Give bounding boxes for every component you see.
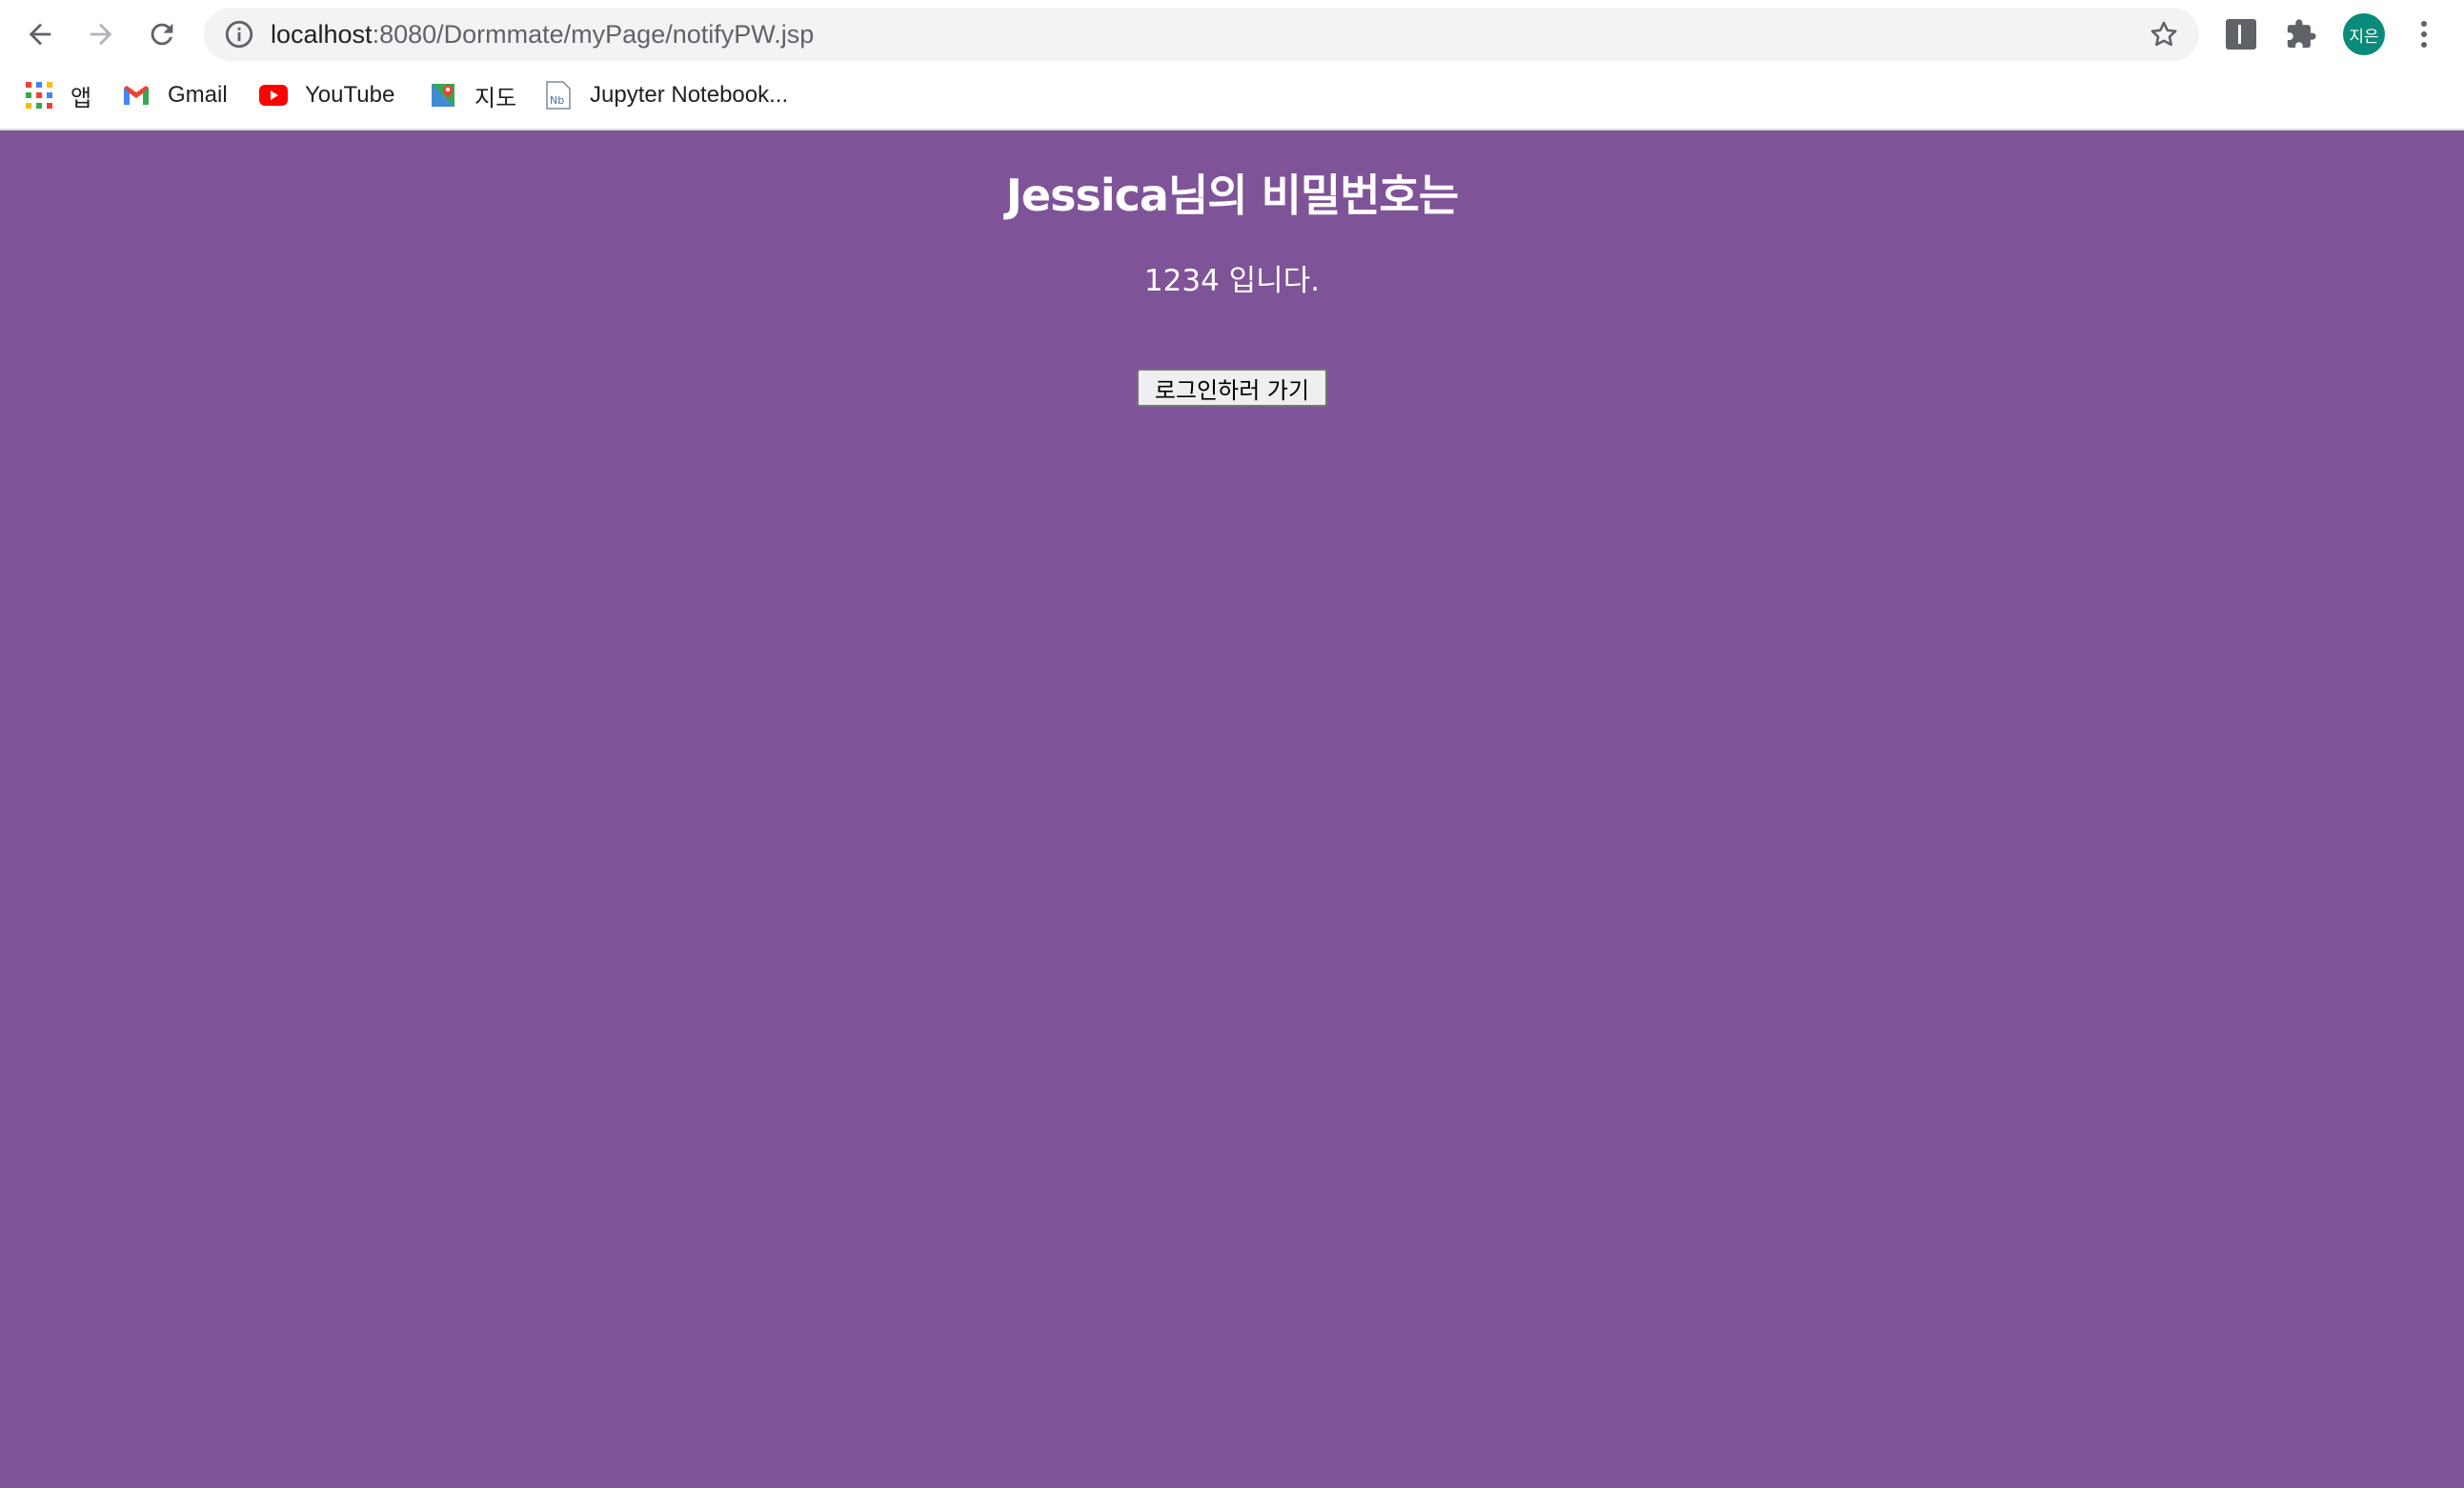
- browser-menu-icon[interactable]: [2405, 15, 2443, 53]
- bookmark-jupyter[interactable]: Nb Jupyter Notebook...: [544, 72, 788, 118]
- password-message: 1234 입니다.: [1143, 264, 1321, 298]
- bookmark-label: 앱: [71, 85, 92, 111]
- bookmark-apps[interactable]: 앱: [25, 72, 91, 118]
- apps-grid-icon: [25, 81, 53, 110]
- bookmark-star-icon[interactable]: [2148, 18, 2180, 50]
- bookmark-label: 지도: [475, 85, 517, 111]
- forward-arrow-icon: [90, 23, 112, 46]
- bookmark-label: Gmail: [168, 82, 228, 108]
- back-arrow-icon: [29, 23, 51, 46]
- page-content: Jessica님의 비밀번호는 1234 입니다. 로그인하러 가기: [0, 131, 2464, 1488]
- browser-toolbar: localhost:8080/Dormmate/myPage/notifyPW.…: [0, 0, 2464, 69]
- reload-icon: [151, 23, 173, 46]
- reload-button[interactable]: [139, 11, 185, 57]
- notebook-icon: Nb: [544, 81, 573, 110]
- page-title: Jessica님의 비밀번호는: [1005, 170, 1459, 221]
- extension-reader-icon[interactable]: [2222, 15, 2260, 53]
- bookmark-youtube[interactable]: YouTube: [259, 72, 394, 118]
- bookmarks-bar: 앱 Gmail YouTube 지도 Nb Jupyter Notebook..…: [0, 72, 2464, 118]
- go-to-login-button[interactable]: 로그인하러 가기: [1137, 369, 1327, 407]
- bookmark-label: Jupyter Notebook...: [590, 82, 789, 108]
- maps-icon: [429, 81, 457, 110]
- youtube-icon: [259, 81, 288, 110]
- url-text[interactable]: localhost:8080/Dormmate/myPage/notifyPW.…: [271, 8, 814, 61]
- profile-avatar[interactable]: 지은: [2343, 13, 2385, 55]
- back-button[interactable]: [17, 11, 63, 57]
- bookmark-maps[interactable]: 지도: [429, 72, 516, 118]
- browser-chrome: localhost:8080/Dormmate/myPage/notifyPW.…: [0, 0, 2464, 131]
- svg-text:Nb: Nb: [550, 94, 564, 107]
- url-host: localhost: [271, 20, 373, 49]
- site-info-icon[interactable]: [223, 18, 255, 50]
- url-path: :8080/Dormmate/myPage/notifyPW.jsp: [372, 20, 815, 49]
- bookmark-label: YouTube: [305, 82, 395, 108]
- bookmark-gmail[interactable]: Gmail: [122, 72, 228, 118]
- gmail-icon: [122, 81, 151, 110]
- forward-button[interactable]: [78, 11, 124, 57]
- extensions-puzzle-icon[interactable]: [2282, 15, 2320, 53]
- address-bar[interactable]: localhost:8080/Dormmate/myPage/notifyPW.…: [204, 8, 2199, 61]
